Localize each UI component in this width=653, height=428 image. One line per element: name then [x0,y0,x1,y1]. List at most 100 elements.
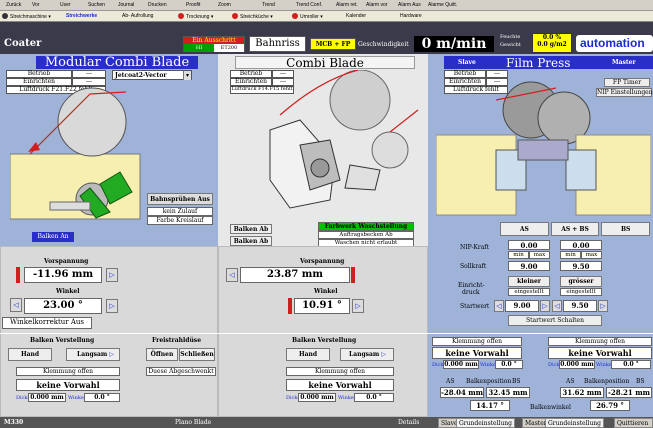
winkel-small-value: 0.0 ° [84,393,120,402]
balkenwinkel-label: Balkenwinkel [530,404,571,411]
nav-streichmaschine[interactable]: Streichmaschine ▾ [2,13,51,20]
master-position-bs: -28.21 mm [606,387,652,398]
vorspannung-increase-button[interactable]: ▷ [106,268,118,282]
nav-streichkueche[interactable]: Streichküche ▾ [232,13,273,20]
startwert-as-decrease[interactable]: ◁ [494,300,504,312]
oeffnen-button[interactable]: Öffnen [146,348,178,361]
winkel-small-label: Winkel [338,395,356,401]
menu-zoom[interactable]: Zoom [218,2,231,8]
menu-alarme-quitt[interactable]: Alarme Quitt. [428,2,457,8]
warning-et200: ET200 [214,44,244,52]
kleiner-button[interactable]: kleiner [508,276,550,287]
nav-ab-aufrollung[interactable]: Ab- Aufrollung [122,13,153,19]
sollkraft-as: 9.00 [508,261,550,271]
details-link[interactable]: Details [398,419,419,426]
menu-user[interactable]: User [60,2,71,8]
nav-hardware[interactable]: Hardware [400,13,422,19]
schliessen-button[interactable]: Schließen [179,348,215,361]
nav-kalender[interactable]: Kalender [346,13,366,19]
bahnriss-indicator: Bahnriss [249,36,306,52]
groesser-button[interactable]: grösser [560,276,602,287]
freistrahl-label: Freistrahldüse [152,337,202,344]
balken-ab-button-2[interactable]: Balken Ab [230,236,272,246]
eingestellt-bs: eingestellt [560,288,602,296]
menu-journal[interactable]: Journal [118,2,134,8]
speed-display: 0 m/min [414,36,494,52]
startwert-bs: 9.50 [563,300,597,312]
menu-trend[interactable]: Trend [262,2,275,8]
nav-umroller[interactable]: Umroller ▾ [292,13,323,20]
langsam-button[interactable]: Langsam ▷ [340,348,394,361]
alarm-icon [178,13,184,19]
nip-kraft-as: 0.00 [508,240,550,250]
vorwahl-status: keine Vorwahl [16,379,120,391]
master-label: Master [612,59,636,66]
warning-box: Ein Ausschritt HI ET200 [183,36,245,52]
quittieren-button[interactable]: Quittieren [614,418,653,428]
balken-ab-button-1[interactable]: Balken Ab [230,224,272,234]
menu-proofit[interactable]: Proofit [186,2,200,8]
mid-machine-diagram [269,70,419,209]
menu-zurueck[interactable]: Zurück [6,2,21,8]
bs-label: BS [636,378,645,385]
hand-button[interactable]: Hand [286,348,330,361]
chevron-down-icon[interactable]: ▾ [183,71,191,80]
langsam-button[interactable]: Langsam ▷ [66,348,120,361]
as-bs-button[interactable]: AS + BS [550,222,600,236]
tab-slave-grundeinstellung[interactable]: Grundeinstellung [456,418,516,428]
slave-position-bs: 32.45 mm [486,387,530,398]
machine-id: M330 [4,419,24,426]
menu-alarm-vor[interactable]: Alarm vor [366,2,387,8]
menu-vor[interactable]: Vor [32,2,40,8]
menu-drucken[interactable]: Drucken [148,2,167,8]
divider [218,333,428,334]
min-label: min [560,251,581,259]
geschwindigkeit-label: Geschwindigkeit [358,41,409,48]
startwert-schalten-button[interactable]: Startwert Schalten [508,315,602,326]
winkel-value: 23.00 ° [24,298,102,314]
langsam-label: Langsam [77,351,108,358]
vorspannung-decrease-button[interactable]: ◁ [226,268,238,282]
automation-logo: automation [576,35,653,52]
druck-label: druck [462,289,480,296]
menu-bar: Zurück Vor User Suchen Journal Drucken P… [0,0,653,11]
min-label: min [508,251,529,259]
alarm-icon [232,13,238,19]
nav-trocknung[interactable]: Trocknung ▾ [178,13,213,20]
startwert-bs-decrease[interactable]: ◁ [552,300,562,312]
mcb-fp-indicator: MCB + FP [310,38,356,50]
vorspannung-value: 23.87 mm [240,267,350,283]
master-position-as: 31.62 mm [560,387,604,398]
bahnspruehen-button[interactable]: Bahnsprühen Aus [147,193,213,205]
winkel-bar [288,298,292,314]
menu-alarm-ret[interactable]: Alarm ret. [336,2,358,8]
balkenposition-label: Balkenposition [466,378,512,385]
vorwahl-status: keine Vorwahl [286,379,394,391]
startwert-bs-increase[interactable]: ▷ [598,300,608,312]
divider [428,333,653,334]
winkel-decrease-button[interactable]: ◁ [10,298,22,312]
as-button[interactable]: AS [500,222,549,236]
menu-trend-conf[interactable]: Trend Conf. [296,2,322,8]
startwert-as-increase[interactable]: ▷ [540,300,550,312]
max-label: max [529,251,550,259]
nav-streichwerke[interactable]: Streichwerke [66,13,97,19]
dicke-value: 0.000 mm [298,393,336,402]
balken-verstellung-label: Balken Verstellung [30,337,95,344]
tab-master-grundeinstellung[interactable]: Grundeinstellung [545,418,605,428]
page-title: Coater [4,38,42,49]
farbwerk-status: Farbwerk Waschstellung [318,222,414,231]
winkel-increase-button[interactable]: ▷ [352,299,364,313]
menu-suchen[interactable]: Suchen [88,2,105,8]
feuchte-label: Feuchte [500,34,521,40]
slave-label: Slave [458,59,476,66]
gewicht-value: 0.0 g/m2 [537,41,567,48]
winkel-increase-button[interactable]: ▷ [106,299,118,313]
menu-alarm-aus[interactable]: Alarm Aus [398,2,421,8]
vorspannung-label: Vorspannung [300,258,345,265]
bs-button[interactable]: BS [601,222,651,236]
master-winkel-value: 0.0 ° [611,360,651,369]
hand-button[interactable]: Hand [8,348,52,361]
warning-hi: HI [184,44,214,52]
product-select[interactable]: Jetcoat2-Vector ▾ [112,70,192,80]
